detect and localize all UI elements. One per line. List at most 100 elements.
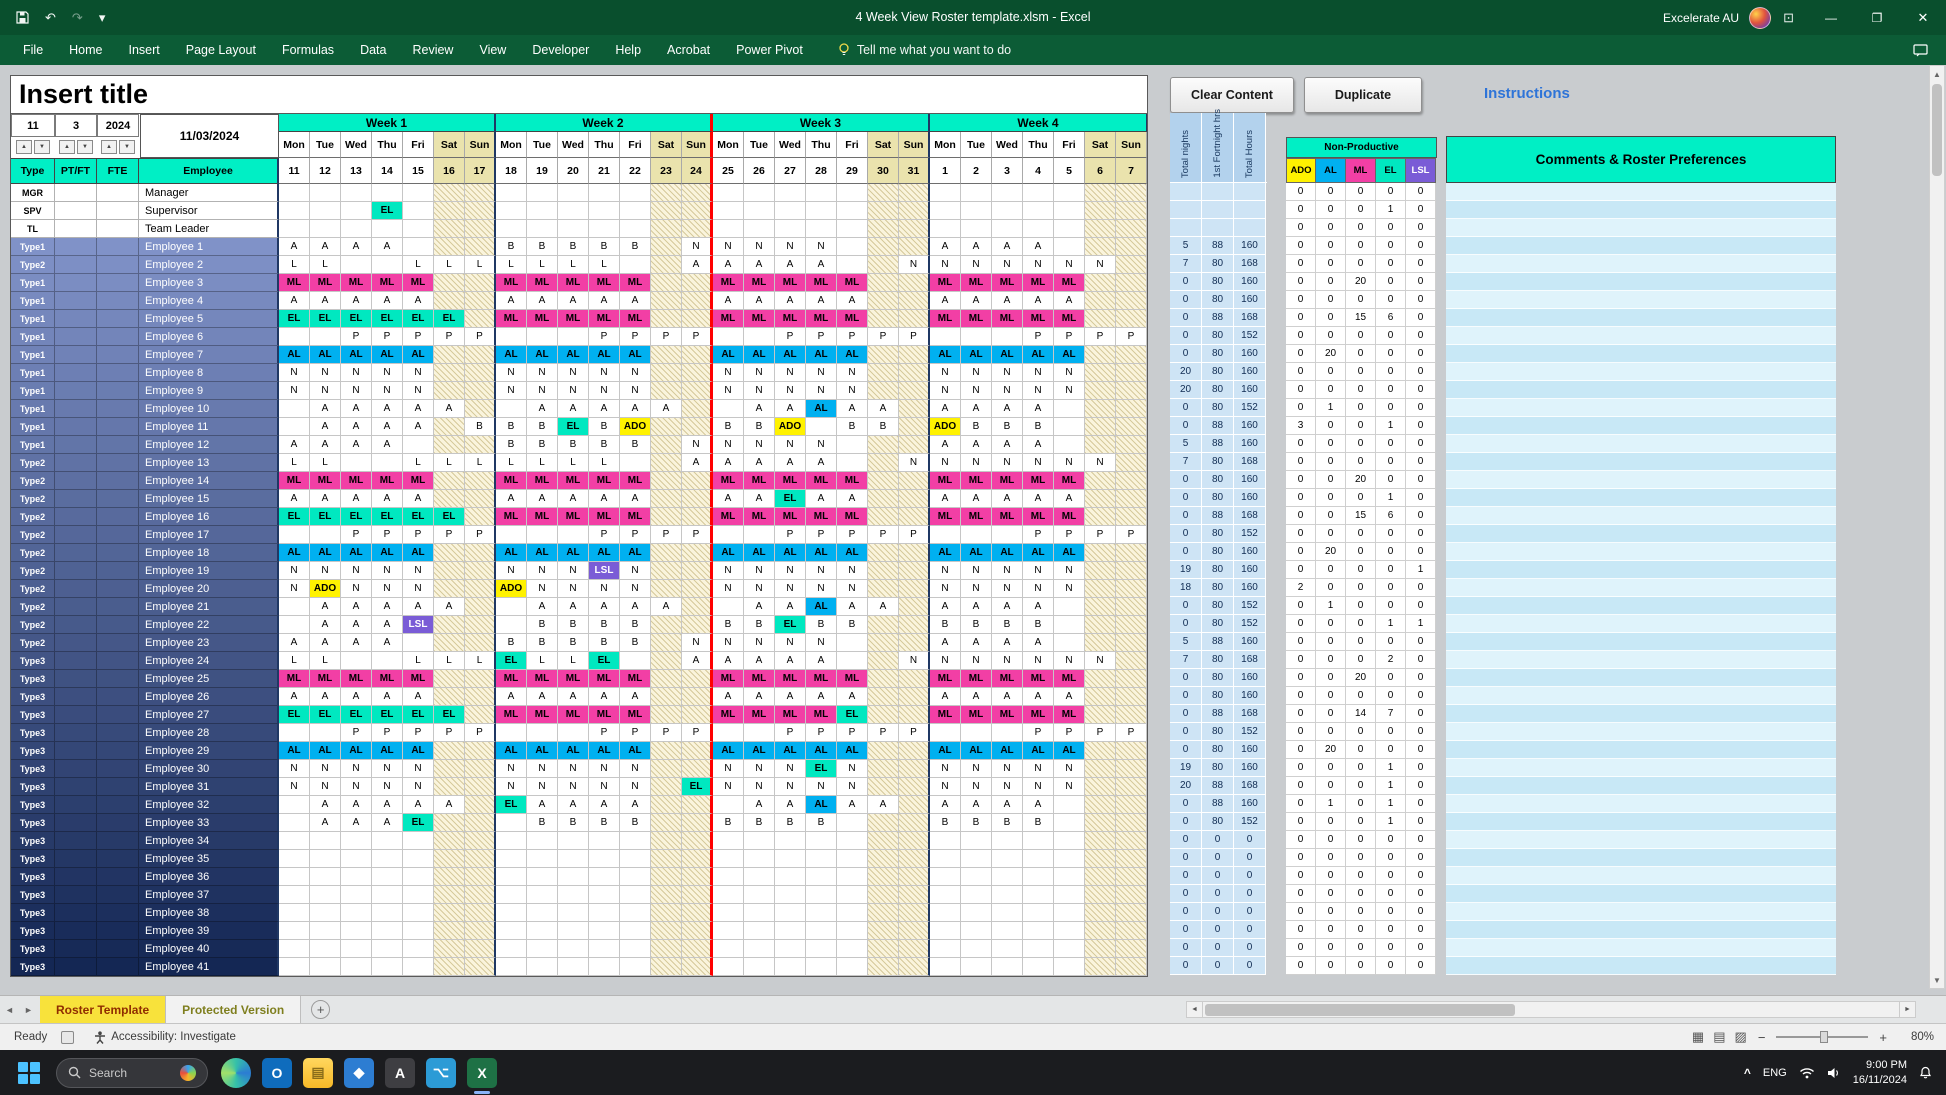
roster-cell[interactable]: A <box>589 400 620 418</box>
total-cell[interactable]: 80 <box>1202 561 1234 579</box>
roster-cell[interactable] <box>341 652 372 670</box>
roster-cell[interactable] <box>651 940 682 958</box>
macro-record-icon[interactable] <box>61 1031 74 1044</box>
roster-cell[interactable] <box>527 220 558 238</box>
roster-cell[interactable] <box>403 922 434 940</box>
roster-cell[interactable]: EL <box>837 706 868 724</box>
roster-cell[interactable]: A <box>372 634 403 652</box>
total-cell[interactable]: 20 <box>1170 777 1202 795</box>
roster-cell[interactable]: EL <box>775 490 806 508</box>
roster-cell[interactable] <box>682 616 713 634</box>
total-cell[interactable]: 80 <box>1202 255 1234 273</box>
roster-cell[interactable]: A <box>372 490 403 508</box>
total-cell[interactable] <box>1170 201 1202 219</box>
total-cell[interactable]: 0 <box>1234 957 1266 975</box>
roster-cell[interactable] <box>279 184 310 202</box>
total-cell[interactable]: 0 <box>1170 615 1202 633</box>
roster-cell[interactable]: A <box>992 688 1023 706</box>
roster-cell[interactable]: A <box>434 400 465 418</box>
roster-cell[interactable]: EL <box>403 706 434 724</box>
roster-cell[interactable] <box>713 796 744 814</box>
roster-cell[interactable]: P <box>899 328 930 346</box>
np-cell[interactable]: 0 <box>1376 903 1406 921</box>
roster-cell[interactable]: P <box>1116 526 1147 544</box>
roster-cell[interactable]: B <box>558 814 589 832</box>
total-cell[interactable]: 0 <box>1234 885 1266 903</box>
np-cell[interactable]: 0 <box>1286 741 1316 759</box>
fte-cell[interactable] <box>97 580 139 598</box>
total-cell[interactable]: 160 <box>1234 795 1266 813</box>
roster-cell[interactable] <box>992 526 1023 544</box>
roster-cell[interactable] <box>899 850 930 868</box>
roster-cell[interactable] <box>1023 886 1054 904</box>
roster-cell[interactable] <box>620 184 651 202</box>
roster-cell[interactable] <box>372 454 403 472</box>
roster-cell[interactable]: L <box>434 652 465 670</box>
np-cell[interactable]: 0 <box>1286 399 1316 417</box>
np-cell[interactable]: 0 <box>1406 381 1436 399</box>
roster-cell[interactable] <box>744 184 775 202</box>
roster-cell[interactable]: ML <box>589 508 620 526</box>
comment-cell[interactable] <box>1446 435 1836 453</box>
roster-cell[interactable] <box>434 274 465 292</box>
total-cell[interactable]: 0 <box>1170 921 1202 939</box>
roster-cell[interactable]: A <box>1023 796 1054 814</box>
clear-content-button[interactable]: Clear Content <box>1170 77 1294 113</box>
total-cell[interactable]: 168 <box>1234 255 1266 273</box>
total-cell[interactable]: 88 <box>1202 633 1234 651</box>
roster-cell[interactable]: N <box>620 364 651 382</box>
roster-cell[interactable]: ML <box>1023 472 1054 490</box>
roster-cell[interactable] <box>868 922 899 940</box>
roster-cell[interactable]: P <box>837 724 868 742</box>
roster-cell[interactable]: N <box>527 778 558 796</box>
roster-cell[interactable]: N <box>1054 760 1085 778</box>
np-cell[interactable]: 0 <box>1286 471 1316 489</box>
roster-cell[interactable] <box>558 328 589 346</box>
roster-cell[interactable]: A <box>775 598 806 616</box>
np-cell[interactable]: 0 <box>1346 615 1376 633</box>
np-cell[interactable]: 0 <box>1316 453 1346 471</box>
roster-cell[interactable]: AL <box>775 544 806 562</box>
roster-cell[interactable]: N <box>899 454 930 472</box>
roster-cell[interactable] <box>1116 238 1147 256</box>
np-cell[interactable]: 0 <box>1316 849 1346 867</box>
roster-cell[interactable] <box>589 832 620 850</box>
fte-cell[interactable] <box>97 940 139 958</box>
roster-cell[interactable]: AL <box>837 544 868 562</box>
roster-cell[interactable]: N <box>992 454 1023 472</box>
roster-cell[interactable]: ML <box>713 508 744 526</box>
total-cell[interactable]: 160 <box>1234 489 1266 507</box>
roster-cell[interactable] <box>620 940 651 958</box>
roster-cell[interactable]: A <box>961 238 992 256</box>
roster-cell[interactable]: AL <box>372 742 403 760</box>
roster-cell[interactable] <box>930 724 961 742</box>
roster-cell[interactable] <box>496 904 527 922</box>
np-cell[interactable]: 0 <box>1316 615 1346 633</box>
roster-cell[interactable] <box>589 868 620 886</box>
fte-cell[interactable] <box>97 238 139 256</box>
roster-cell[interactable]: A <box>992 238 1023 256</box>
type-cell[interactable]: Type3 <box>11 922 55 940</box>
total-cell[interactable]: 168 <box>1234 507 1266 525</box>
roster-cell[interactable]: P <box>868 526 899 544</box>
roster-cell[interactable] <box>589 850 620 868</box>
roster-cell[interactable]: B <box>620 814 651 832</box>
roster-cell[interactable] <box>1023 850 1054 868</box>
roster-cell[interactable]: B <box>744 418 775 436</box>
roster-cell[interactable]: N <box>279 364 310 382</box>
roster-cell[interactable] <box>496 940 527 958</box>
roster-cell[interactable] <box>837 220 868 238</box>
ptft-cell[interactable] <box>55 940 97 958</box>
comment-cell[interactable] <box>1446 633 1836 651</box>
np-cell[interactable]: 0 <box>1376 237 1406 255</box>
roster-cell[interactable] <box>1085 904 1116 922</box>
total-cell[interactable]: 88 <box>1202 507 1234 525</box>
total-cell[interactable]: 168 <box>1234 777 1266 795</box>
comment-cell[interactable] <box>1446 273 1836 291</box>
total-cell[interactable]: 160 <box>1234 363 1266 381</box>
np-cell[interactable]: 0 <box>1346 291 1376 309</box>
roster-cell[interactable] <box>992 958 1023 976</box>
roster-cell[interactable]: A <box>713 652 744 670</box>
roster-cell[interactable] <box>651 814 682 832</box>
roster-cell[interactable]: ML <box>961 472 992 490</box>
